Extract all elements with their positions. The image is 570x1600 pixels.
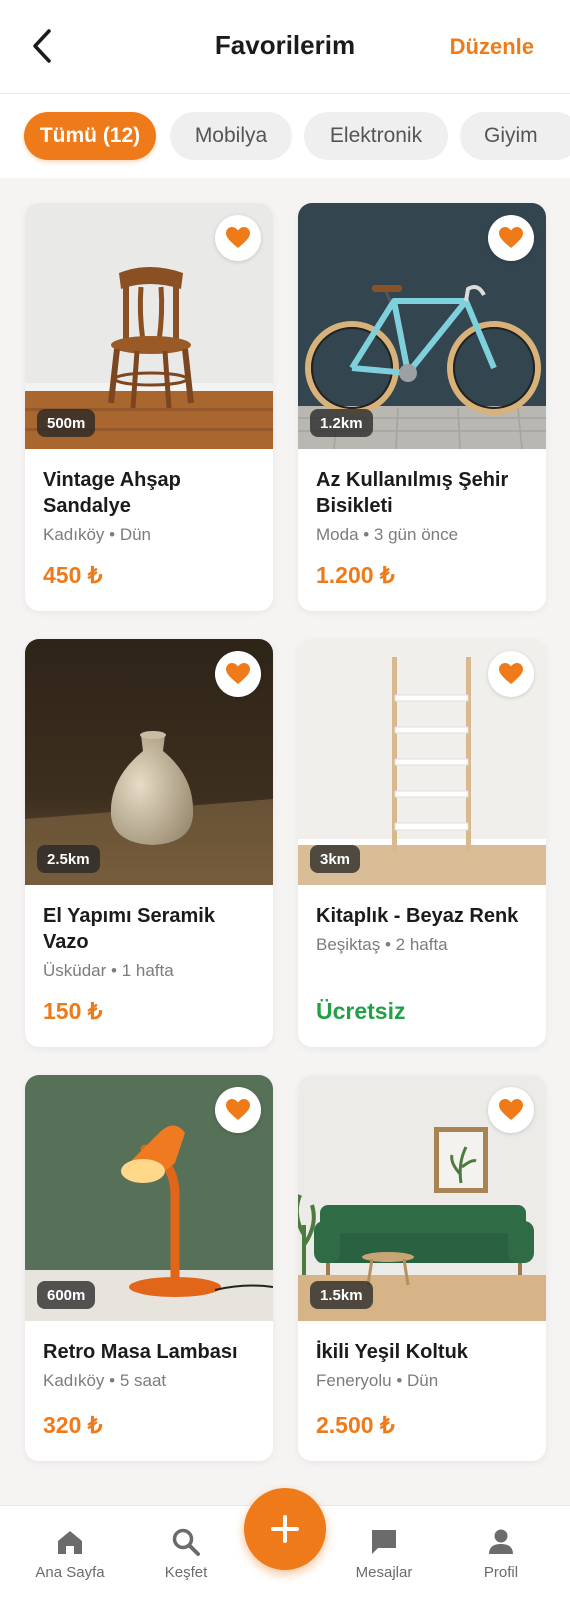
listing-card[interactable]: 1.5km İkili Yeşil Koltuk Feneryolu • Dün…: [298, 1075, 546, 1461]
nav-label: Ana Sayfa: [35, 1564, 105, 1581]
listing-card[interactable]: 3km Kitaplık - Beyaz Renk Beşiktaş • 2 h…: [298, 639, 546, 1047]
heart-icon: [226, 227, 250, 248]
listing-image-white-bookshelf: 3km: [298, 639, 546, 885]
listing-details: Retro Masa Lambası Kadıköy • 5 saat 320 …: [25, 1321, 273, 1461]
distance-badge: 1.2km: [310, 409, 373, 437]
distance-badge: 1.5km: [310, 1281, 373, 1309]
listing-price: 450 ₺: [43, 562, 103, 588]
nav-item-explore[interactable]: Keşfet: [136, 1526, 236, 1581]
listing-details: İkili Yeşil Koltuk Feneryolu • Dün 2.500…: [298, 1321, 546, 1461]
listing-price: 150 ₺: [43, 998, 103, 1024]
nav-item-messages[interactable]: Mesajlar: [334, 1526, 434, 1581]
listing-meta: Moda • 3 gün önce: [316, 525, 459, 544]
listing-details: Az Kullanılmış Şehir Bisikleti Moda • 3 …: [298, 449, 546, 611]
nav-item-profile[interactable]: Profil: [451, 1526, 551, 1581]
listing-image-city-bike: 1.2km: [298, 203, 546, 449]
listing-image-green-sofa: 1.5km: [298, 1075, 546, 1321]
heart-icon: [499, 1099, 523, 1120]
favorite-button[interactable]: [215, 215, 261, 261]
nav-label: Mesajlar: [355, 1564, 413, 1581]
listing-price: Ücretsiz: [316, 998, 406, 1024]
filter-chip-electronics[interactable]: Elektronik: [304, 112, 448, 160]
nav-label: Profil: [483, 1564, 519, 1581]
filter-chip-all[interactable]: Tümü (12): [24, 112, 156, 160]
search-icon: [136, 1526, 236, 1558]
listing-image-orange-desk-lamp: 600m: [25, 1075, 273, 1321]
heart-icon: [226, 1099, 250, 1120]
listing-title-line: Az Kullanılmış Şehir: [316, 469, 509, 491]
favorite-button[interactable]: [215, 651, 261, 697]
listing-details: Vintage Ahşap Sandalye Kadıköy • Dün 450…: [25, 449, 273, 611]
listing-image-wooden-chair: 500m: [25, 203, 273, 449]
listing-title-line: Vintage Ahşap: [43, 469, 181, 491]
listing-title: El Yapımı Seramik Vazo: [43, 903, 255, 955]
listing-details: El Yapımı Seramik Vazo Üsküdar • 1 hafta…: [25, 885, 273, 1047]
listing-details: Kitaplık - Beyaz Renk Beşiktaş • 2 hafta…: [298, 885, 546, 1047]
filter-chip-clothing[interactable]: Giyim: [460, 112, 570, 160]
distance-badge: 500m: [37, 409, 96, 437]
listing-card[interactable]: 1.2km Az Kullanılmış Şehir Bisikleti Mod…: [298, 203, 546, 611]
listing-title: İkili Yeşil Koltuk: [316, 1339, 528, 1365]
category-filter-bar: Tümü (12) Mobilya Elektronik Giyim: [0, 94, 570, 178]
heart-icon: [226, 663, 250, 684]
listing-title-line: Sandalye: [43, 495, 131, 517]
favorite-button[interactable]: [488, 215, 534, 261]
listing-card[interactable]: 2.5km El Yapımı Seramik Vazo Üsküdar • 1…: [25, 639, 273, 1047]
favorite-button[interactable]: [488, 1087, 534, 1133]
plus-icon: [271, 1515, 299, 1543]
listing-card[interactable]: 600m Retro Masa Lambası Kadıköy • 5 saat…: [25, 1075, 273, 1461]
favorite-button[interactable]: [488, 651, 534, 697]
listing-title-line: Retro Masa Lambası: [43, 1341, 238, 1363]
listing-title: Kitaplık - Beyaz Renk: [316, 903, 528, 929]
favorite-button[interactable]: [215, 1087, 261, 1133]
home-icon: [20, 1526, 120, 1558]
listing-price: 2.500 ₺: [316, 1412, 395, 1438]
listing-title-line: Bisikleti: [316, 495, 393, 517]
nav-item-home[interactable]: Ana Sayfa: [20, 1526, 120, 1581]
person-icon: [451, 1526, 551, 1558]
listing-title: Retro Masa Lambası: [43, 1339, 255, 1365]
heart-icon: [499, 227, 523, 248]
listing-meta: Üsküdar • 1 hafta: [43, 961, 174, 980]
listing-title-line: El Yapımı Seramik: [43, 905, 215, 927]
listing-meta: Kadıköy • 5 saat: [43, 1371, 167, 1390]
listing-card[interactable]: 500m Vintage Ahşap Sandalye Kadıköy • Dü…: [25, 203, 273, 611]
distance-badge: 2.5km: [37, 845, 100, 873]
distance-badge: 3km: [310, 845, 361, 873]
filter-chip-furniture[interactable]: Mobilya: [170, 112, 292, 160]
chat-bubble-icon: [334, 1526, 434, 1558]
listing-price: 320 ₺: [43, 1412, 103, 1438]
top-app-bar: Favorilerim Düzenle: [0, 0, 570, 94]
listing-title-line: İkili Yeşil Koltuk: [316, 1341, 468, 1363]
listing-title-line: Kitaplık - Beyaz Renk: [316, 905, 519, 927]
listing-image-ceramic-vase: 2.5km: [25, 639, 273, 885]
listing-title: Az Kullanılmış Şehir Bisikleti: [316, 467, 528, 519]
nav-label: Keşfet: [164, 1564, 208, 1581]
heart-icon: [499, 663, 523, 684]
listing-meta: Kadıköy • Dün: [43, 525, 152, 544]
listing-title: Vintage Ahşap Sandalye: [43, 467, 255, 519]
edit-button[interactable]: Düzenle: [450, 34, 534, 60]
listing-meta: Feneryolu • Dün: [316, 1371, 439, 1390]
listing-price: 1.200 ₺: [316, 562, 395, 588]
distance-badge: 600m: [37, 1281, 96, 1309]
listing-title-line: Vazo: [43, 931, 89, 953]
listing-meta: Beşiktaş • 2 hafta: [316, 935, 448, 954]
add-listing-button[interactable]: [244, 1488, 326, 1570]
